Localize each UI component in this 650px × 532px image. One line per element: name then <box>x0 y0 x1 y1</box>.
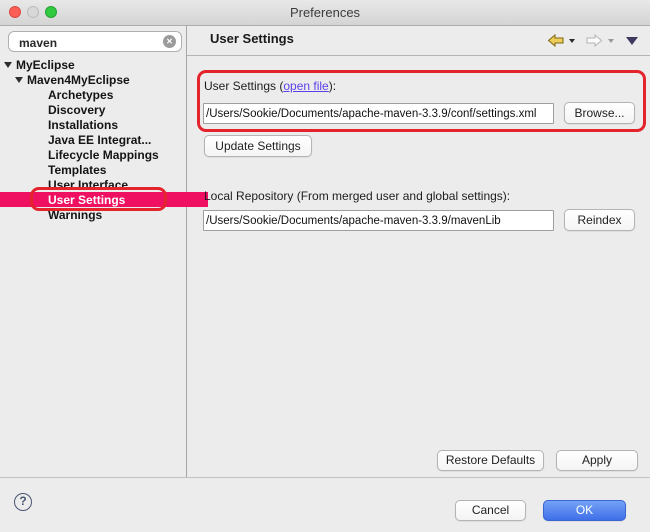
sidebar-divider <box>186 26 187 477</box>
open-file-link[interactable]: open file <box>283 79 328 93</box>
tree-item-label: User Settings <box>48 193 125 207</box>
update-settings-button[interactable]: Update Settings <box>204 135 312 157</box>
local-repository-path-field[interactable] <box>203 210 554 231</box>
browse-button[interactable]: Browse... <box>564 102 635 124</box>
disclosure-triangle-icon[interactable] <box>15 77 23 83</box>
tree-item-label: Templates <box>48 163 106 177</box>
preferences-window: Preferences ✕ MyEclipse Maven4MyEclipse … <box>0 0 650 532</box>
tree-item-user-interface[interactable]: User Interface <box>0 177 186 192</box>
tree-item-label: Maven4MyEclipse <box>27 73 130 87</box>
user-settings-path-field[interactable] <box>203 103 554 124</box>
local-repository-label: Local Repository (From merged user and g… <box>204 189 510 203</box>
tree-item-archetypes[interactable]: Archetypes <box>0 87 186 102</box>
filter-search-field[interactable]: ✕ <box>8 31 182 52</box>
tree-item-label: Installations <box>48 118 118 132</box>
tree-item-label: User Interface <box>48 178 128 192</box>
tree-item-label: Archetypes <box>48 88 113 102</box>
tree-item-maven4myeclipse[interactable]: Maven4MyEclipse <box>0 72 186 87</box>
tree-item-label: Java EE Integrat... <box>48 133 151 147</box>
apply-button[interactable]: Apply <box>556 450 638 471</box>
help-icon[interactable]: ? <box>14 493 32 511</box>
footer-divider <box>0 477 650 478</box>
tree-item-templates[interactable]: Templates <box>0 162 186 177</box>
tree-item-installations[interactable]: Installations <box>0 117 186 132</box>
tree-item-warnings[interactable]: Warnings <box>0 207 186 222</box>
tree-item-lifecycle-mappings[interactable]: Lifecycle Mappings <box>0 147 186 162</box>
back-arrow-icon[interactable] <box>547 34 564 47</box>
back-history-caret-icon[interactable] <box>569 39 575 43</box>
tree-item-discovery[interactable]: Discovery <box>0 102 186 117</box>
page-title: User Settings <box>210 31 294 46</box>
tree-item-myeclipse[interactable]: MyEclipse <box>0 57 186 72</box>
tree-item-label: MyEclipse <box>16 58 75 72</box>
restore-defaults-button[interactable]: Restore Defaults <box>437 450 544 471</box>
forward-arrow-icon[interactable] <box>586 34 603 47</box>
tree-item-label: Discovery <box>48 103 105 117</box>
cancel-button[interactable]: Cancel <box>455 500 526 521</box>
forward-history-caret-icon[interactable] <box>608 39 614 43</box>
ok-button[interactable]: OK <box>543 500 626 521</box>
view-menu-icon[interactable] <box>626 37 638 45</box>
tree-item-java-ee-integration[interactable]: Java EE Integrat... <box>0 132 186 147</box>
disclosure-triangle-icon[interactable] <box>4 62 12 68</box>
tree-item-label: Lifecycle Mappings <box>48 148 159 162</box>
preferences-tree: MyEclipse Maven4MyEclipse Archetypes Dis… <box>0 57 186 222</box>
header-nav-icons <box>547 34 638 47</box>
header-divider <box>187 55 650 56</box>
label-prefix: User Settings ( <box>204 79 283 93</box>
tree-item-label: Warnings <box>48 208 102 222</box>
search-input[interactable] <box>17 33 161 52</box>
title-bar: Preferences <box>0 0 650 26</box>
label-suffix: ): <box>329 79 336 93</box>
user-settings-label: User Settings (open file): <box>204 79 336 93</box>
window-title: Preferences <box>0 5 650 20</box>
tree-item-user-settings-selected[interactable]: User Settings <box>0 192 208 207</box>
clear-search-icon[interactable]: ✕ <box>163 35 176 48</box>
reindex-button[interactable]: Reindex <box>564 209 635 231</box>
